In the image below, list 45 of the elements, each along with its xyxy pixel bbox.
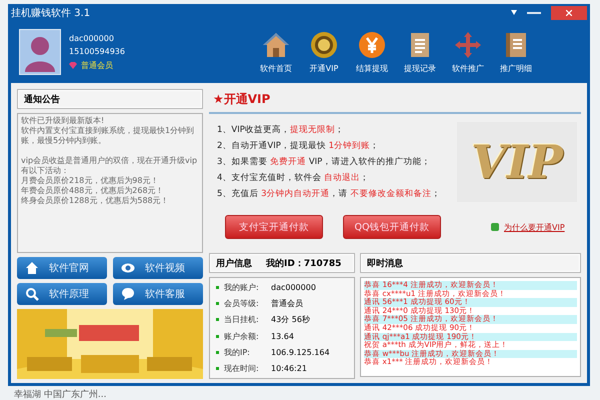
vip-title: ★开通VIP (209, 89, 581, 114)
search-icon (25, 287, 39, 301)
diamond-icon (69, 62, 77, 68)
vip-logo: VIP (457, 122, 577, 202)
notice-header: 通知公告 (17, 89, 203, 109)
notice-text: 软件已升级到最新版本! 软件內置支付宝直接到账系统，提现最快1分钟到账，最慢5分钟内到账。 vip会员收益是普通用户的双倍，现在开通升级vip有以下活动： 月费会员原价218元，优惠后为98元！ 年费会员原价488元，优惠后为268元！ 终身会员原价1288元，优惠后为588元！ (17, 113, 203, 253)
vip-benefit: 2、自动开通VIP，提现最快 1分钟到账； (217, 140, 380, 152)
pay-button[interactable]: 支付宝开通付款 (225, 215, 323, 239)
vip-benefit: 3、如果需要 免费开通 VIP，请进入软件的推广功能； (217, 156, 432, 168)
medal-icon (309, 30, 339, 60)
member-level: 普通会员 (81, 60, 113, 70)
account-name: dac000000 (69, 34, 115, 42)
toolbar-button[interactable]: 结算提现 (353, 30, 391, 74)
house-icon (25, 261, 39, 275)
link-button[interactable]: 软件原理 (17, 283, 107, 305)
link-button[interactable]: 软件官网 (17, 257, 107, 279)
messages-header: 即时消息 (360, 253, 581, 273)
window-title: 挂机赚钱软件 3.1 (11, 6, 92, 20)
yen-icon (357, 30, 387, 60)
eye-icon (121, 261, 135, 275)
house-icon (261, 30, 291, 60)
toolbar-button[interactable]: 软件首页 (257, 30, 295, 74)
close-icon (566, 10, 572, 16)
user-info-panel: 我的账户: dac000000 会员等级: 普通会员 当日挂机: 43分 56秒 账户余额: 13.64 我的IP: 106.9.125.164 现在时间: 10:46:21 (209, 277, 355, 379)
vip-benefit: 5、充值后 3分钟内自动开通，请 不要修改金额和备注； (217, 188, 442, 200)
cross-icon (453, 30, 483, 60)
pay-button[interactable]: QQ钱包开通付款 (343, 215, 441, 239)
link-button[interactable]: 软件客服 (113, 283, 203, 305)
help-icon (491, 223, 499, 231)
vip-benefit: 1、VIP收益更高，提现无限制； (217, 124, 345, 136)
toolbar-button[interactable]: 软件推广 (449, 30, 487, 74)
toolbar-button[interactable]: 提现记录 (401, 30, 439, 74)
avatar-icon (19, 29, 61, 75)
vip-benefit: 4、支付宝充值时，软件会 自动退出； (217, 172, 370, 184)
chat-icon (121, 287, 135, 301)
close-button[interactable] (551, 6, 587, 20)
link-button[interactable]: 软件视频 (113, 257, 203, 279)
background-text: 幸福湖 中国广东广州... (13, 388, 108, 400)
toolbar-button[interactable]: 开通VIP (305, 30, 343, 74)
help-link[interactable]: 为什么要开通VIP (504, 222, 565, 232)
dropdown-icon[interactable] (511, 10, 517, 15)
minimize-button[interactable] (527, 12, 541, 14)
phone-number: 15100594936 (69, 46, 126, 56)
user-info-header: 用户信息 我的ID：710785 (209, 253, 355, 273)
toolbar-button[interactable]: 推广明细 (497, 30, 535, 74)
